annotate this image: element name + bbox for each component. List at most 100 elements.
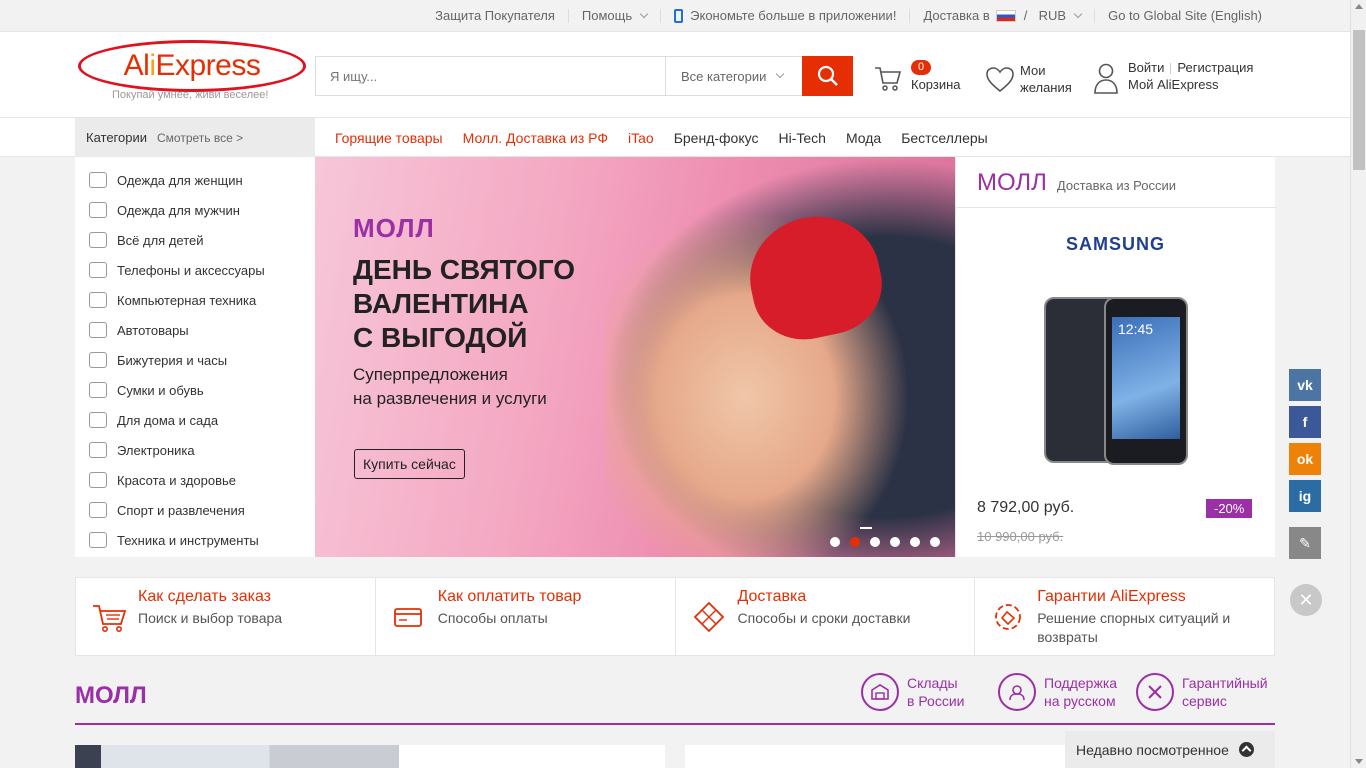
sidebar-item-label: Бижутерия и часы bbox=[117, 352, 228, 368]
sidebar-item-beauty[interactable]: Красота и здоровье bbox=[75, 465, 315, 495]
carousel-dot[interactable] bbox=[830, 537, 840, 547]
cart-button[interactable]: 0 Корзина bbox=[873, 60, 973, 100]
search-input[interactable] bbox=[316, 57, 664, 95]
help-menu[interactable]: Помощь bbox=[567, 9, 660, 23]
recently-viewed-toggle[interactable]: Недавно посмотренное bbox=[1065, 731, 1275, 768]
phone-front-image: 12:45 bbox=[1104, 297, 1188, 465]
vk-icon[interactable]: vk bbox=[1289, 369, 1321, 401]
feature-line: в России bbox=[907, 693, 965, 709]
sidebar-item-home[interactable]: Для дома и сада bbox=[75, 405, 315, 435]
odnoklassniki-icon[interactable]: ok bbox=[1289, 443, 1321, 475]
sidebar-item-bags[interactable]: Сумки и обувь bbox=[75, 375, 315, 405]
scroll-up-arrow-icon[interactable] bbox=[1355, 4, 1363, 9]
sidebar-item-women-clothing[interactable]: Одежда для женщин bbox=[75, 165, 315, 195]
divider bbox=[1170, 63, 1172, 75]
sidebar-item-phones[interactable]: Телефоны и аксессуары bbox=[75, 255, 315, 285]
cart-icon bbox=[875, 67, 902, 91]
info-subtitle: Способы оплаты bbox=[437, 610, 548, 626]
delivery-currency-selector[interactable]: Доставка в / RUB bbox=[909, 9, 1094, 23]
see-all-link[interactable]: Смотреть все > bbox=[157, 131, 243, 145]
info-delivery[interactable]: Доставка Способы и сроки доставки bbox=[674, 578, 975, 655]
search-button[interactable] bbox=[802, 56, 853, 96]
camera-icon bbox=[89, 442, 107, 458]
buy-now-button[interactable]: Купить сейчас bbox=[354, 449, 465, 479]
buyer-protection-link[interactable]: Защита Покупателя bbox=[422, 9, 568, 23]
nav-brand-focus[interactable]: Бренд-фокус bbox=[674, 130, 759, 146]
sidebar-item-kids[interactable]: Всё для детей bbox=[75, 225, 315, 255]
scrollbar[interactable] bbox=[1350, 0, 1366, 768]
app-promo-link[interactable]: Экономьте больше в приложении! bbox=[660, 9, 909, 23]
bag-icon bbox=[89, 382, 107, 398]
nav-hi-tech[interactable]: Hi-Tech bbox=[778, 130, 825, 146]
header: AliExpress Покупай умнее, живи веселее! … bbox=[0, 32, 1350, 118]
product-image[interactable]: 12:45 bbox=[1044, 297, 1189, 467]
phone-clock: 12:45 bbox=[1118, 321, 1154, 337]
sidebar-item-auto[interactable]: Автотовары bbox=[75, 315, 315, 345]
scrollbar-thumb[interactable] bbox=[1353, 30, 1365, 170]
sidebar-item-jewelry[interactable]: Бижутерия и часы bbox=[75, 345, 315, 375]
sidebar-item-label: Для дома и сада bbox=[117, 412, 219, 428]
info-how-to-pay[interactable]: Как оплатить товар Способы оплаты bbox=[374, 578, 675, 655]
info-how-to-order[interactable]: Как сделать заказ Поиск и выбор товара bbox=[76, 578, 375, 655]
nav-bestsellers[interactable]: Бестселлеры bbox=[901, 130, 988, 146]
laptop-icon bbox=[89, 292, 107, 308]
facebook-icon[interactable]: f bbox=[1289, 406, 1321, 438]
instagram-label: ig bbox=[1298, 488, 1312, 504]
global-site-link[interactable]: Go to Global Site (English) bbox=[1094, 9, 1275, 23]
product-card[interactable] bbox=[399, 745, 665, 768]
product-card[interactable] bbox=[685, 745, 949, 768]
sidebar-item-label: Компьютерная техника bbox=[117, 292, 257, 308]
ring-icon bbox=[89, 352, 107, 368]
my-aliexpress-link[interactable]: Мой AliExpress bbox=[1128, 77, 1219, 92]
logo[interactable]: AliExpress bbox=[78, 40, 306, 92]
wheel-icon bbox=[89, 322, 107, 338]
carousel-dot[interactable] bbox=[930, 537, 940, 547]
feature-support[interactable]: Поддержка на русском bbox=[998, 670, 1117, 714]
sidebar-item-men-clothing[interactable]: Одежда для мужчин bbox=[75, 195, 315, 225]
nav-mall-russia[interactable]: Молл. Доставка из РФ bbox=[463, 130, 608, 146]
category-select[interactable]: Все категории bbox=[665, 57, 804, 95]
sidebar-item-computers[interactable]: Компьютерная техника bbox=[75, 285, 315, 315]
banner-title-line: С ВЫГОДОЙ bbox=[353, 322, 528, 353]
guarantee-icon bbox=[995, 604, 1022, 630]
product-card[interactable] bbox=[949, 745, 1065, 768]
scroll-down-arrow-icon[interactable] bbox=[1355, 759, 1363, 764]
edit-icon[interactable]: ✎ bbox=[1289, 527, 1321, 559]
register-link[interactable]: Регистрация bbox=[1177, 60, 1253, 75]
mall-box-header: МОЛЛ Доставка из России bbox=[956, 157, 1276, 208]
info-guarantee[interactable]: Гарантии AliExpress Решение спорных ситу… bbox=[974, 578, 1274, 655]
sidebar-item-electronics[interactable]: Электроника bbox=[75, 435, 315, 465]
sidebar-item-tools[interactable]: Техника и инструменты bbox=[75, 525, 315, 555]
carousel-dot[interactable] bbox=[890, 537, 900, 547]
wishlist-button[interactable]: Мои желания bbox=[985, 62, 1085, 102]
feature-warranty[interactable]: Гарантийный сервис bbox=[1136, 670, 1268, 714]
carousel-dot-active[interactable] bbox=[850, 537, 860, 547]
categories-label: Категории bbox=[86, 130, 147, 145]
carousel-dots bbox=[830, 537, 940, 547]
feature-warehouses[interactable]: Склады в России bbox=[861, 670, 964, 714]
login-link[interactable]: Войти bbox=[1128, 60, 1164, 75]
sidebar-item-label: Телефоны и аксессуары bbox=[117, 262, 265, 278]
categories-header[interactable]: Категории Смотреть все > bbox=[75, 118, 315, 157]
phone-icon bbox=[674, 9, 684, 23]
mall-promo-box[interactable]: МОЛЛ Доставка из России SAMSUNG 12:45 8 … bbox=[955, 157, 1276, 557]
close-icon[interactable]: ✕ bbox=[1290, 584, 1322, 616]
carousel-dot[interactable] bbox=[870, 537, 880, 547]
instagram-icon[interactable]: ig bbox=[1289, 480, 1321, 512]
sidebar-item-sports[interactable]: Спорт и развлечения bbox=[75, 495, 315, 525]
nav-itao[interactable]: iTao bbox=[628, 130, 654, 146]
sofa-icon bbox=[89, 412, 107, 428]
hero-banner[interactable]: МОЛЛ ДЕНЬ СВЯТОГО ВАЛЕНТИНА С ВЫГОДОЙ Су… bbox=[315, 157, 955, 557]
nav-fashion[interactable]: Мода bbox=[846, 130, 881, 146]
product-card[interactable] bbox=[75, 745, 399, 768]
info-subtitle: Поиск и выбор товара bbox=[138, 610, 283, 626]
drill-icon bbox=[89, 532, 107, 548]
app-promo-label: Экономьте больше в приложении! bbox=[690, 8, 897, 23]
banner-mall-label: МОЛЛ bbox=[353, 213, 435, 243]
info-strip: Как сделать заказ Поиск и выбор товара К… bbox=[75, 577, 1275, 656]
tagline: Покупай умнее, живи веселее! bbox=[112, 89, 269, 101]
nav-hot-deals[interactable]: Горящие товары bbox=[335, 130, 443, 146]
cart-count-badge: 0 bbox=[911, 60, 932, 75]
carousel-dot[interactable] bbox=[910, 537, 920, 547]
recently-viewed-label: Недавно посмотренное bbox=[1076, 741, 1229, 758]
